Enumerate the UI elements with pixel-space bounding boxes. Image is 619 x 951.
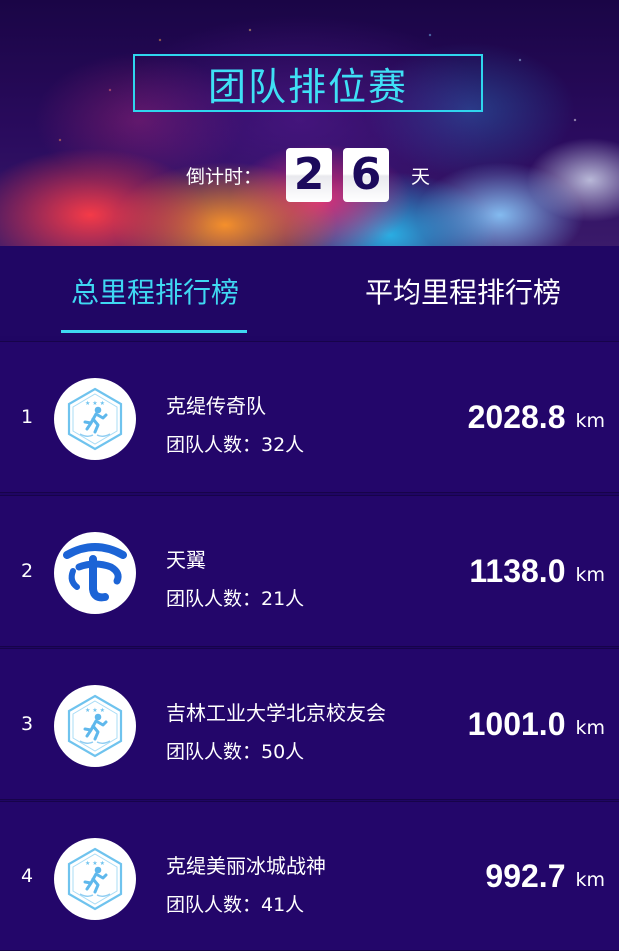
powder-particles	[0, 0, 619, 246]
rank-number: 3	[20, 713, 34, 735]
list-item[interactable]: 3 ★ ★ ★ 吉林工业大学北京校友会 团队人数：50人 1001.0 km	[0, 648, 619, 800]
team-name: 克缇美丽冰城战神	[166, 854, 326, 878]
page-title-box: 团队排位赛	[133, 54, 483, 112]
distance-value: 1138.0	[469, 552, 566, 589]
team-member-count: 团队人数：32人	[166, 434, 305, 456]
svg-text:★ ★ ★: ★ ★ ★	[85, 860, 105, 867]
team-avatar: ★ ★ ★	[54, 378, 136, 460]
countdown-label: 倒计时：	[186, 166, 263, 188]
distance-unit: km	[575, 869, 605, 891]
team-name: 克缇传奇队	[166, 394, 266, 418]
distance-value: 2028.8	[467, 398, 566, 435]
countdown-unit: 天	[411, 166, 431, 188]
distance-value: 992.7	[485, 857, 566, 894]
team-avatar: ★ ★ ★	[54, 685, 136, 767]
team-member-count: 团队人数：41人	[166, 894, 305, 916]
distance-value: 1001.0	[467, 705, 566, 742]
list-item[interactable]: 2 天翼 团队人数：21人 1138.0 km	[0, 495, 619, 647]
countdown-digit-tens: 2	[286, 148, 332, 202]
svg-text:★ ★ ★: ★ ★ ★	[85, 400, 105, 407]
list-item[interactable]: 4 ★ ★ ★ 克缇美丽冰城战神 团队人数：41人 992.7 km	[0, 801, 619, 951]
team-name: 吉林工业大学北京校友会	[166, 701, 386, 725]
page-title: 团队排位赛	[207, 64, 408, 109]
countdown: 倒计时： 2 6 天	[0, 148, 619, 204]
rank-number: 1	[20, 406, 34, 428]
rank-number: 2	[20, 560, 34, 582]
team-distance: 992.7 km	[485, 802, 605, 950]
team-member-count: 团队人数：50人	[166, 741, 305, 763]
distance-unit: km	[575, 717, 605, 739]
tab-average-mileage[interactable]: 平均里程排行榜	[352, 246, 574, 336]
list-item[interactable]: 1 ★ ★ ★ 克缇传奇队 团队人数：32人 2028.8 km	[0, 341, 619, 493]
tab-total-mileage[interactable]: 总里程排行榜	[48, 246, 262, 336]
team-distance: 1138.0 km	[469, 496, 605, 646]
team-distance: 2028.8 km	[468, 342, 605, 492]
team-name: 天翼	[166, 548, 206, 572]
runner-badge-icon: ★ ★ ★	[67, 694, 123, 758]
distance-unit: km	[575, 564, 605, 586]
china-telecom-logo-icon	[63, 543, 127, 602]
rank-number: 4	[20, 865, 34, 887]
runner-badge-icon: ★ ★ ★	[67, 387, 123, 451]
countdown-digit-ones: 6	[343, 148, 389, 202]
team-avatar	[54, 532, 136, 614]
team-distance: 1001.0 km	[468, 649, 605, 799]
team-member-count: 团队人数：21人	[166, 588, 305, 610]
header-banner: 团队排位赛 倒计时： 2 6 天	[0, 0, 619, 246]
team-avatar: ★ ★ ★	[54, 838, 136, 920]
distance-unit: km	[575, 410, 605, 432]
svg-text:★ ★ ★: ★ ★ ★	[85, 707, 105, 714]
active-tab-indicator	[61, 330, 247, 333]
leaderboard-tabs: 总里程排行榜 平均里程排行榜	[0, 246, 619, 336]
runner-badge-icon: ★ ★ ★	[67, 847, 123, 911]
